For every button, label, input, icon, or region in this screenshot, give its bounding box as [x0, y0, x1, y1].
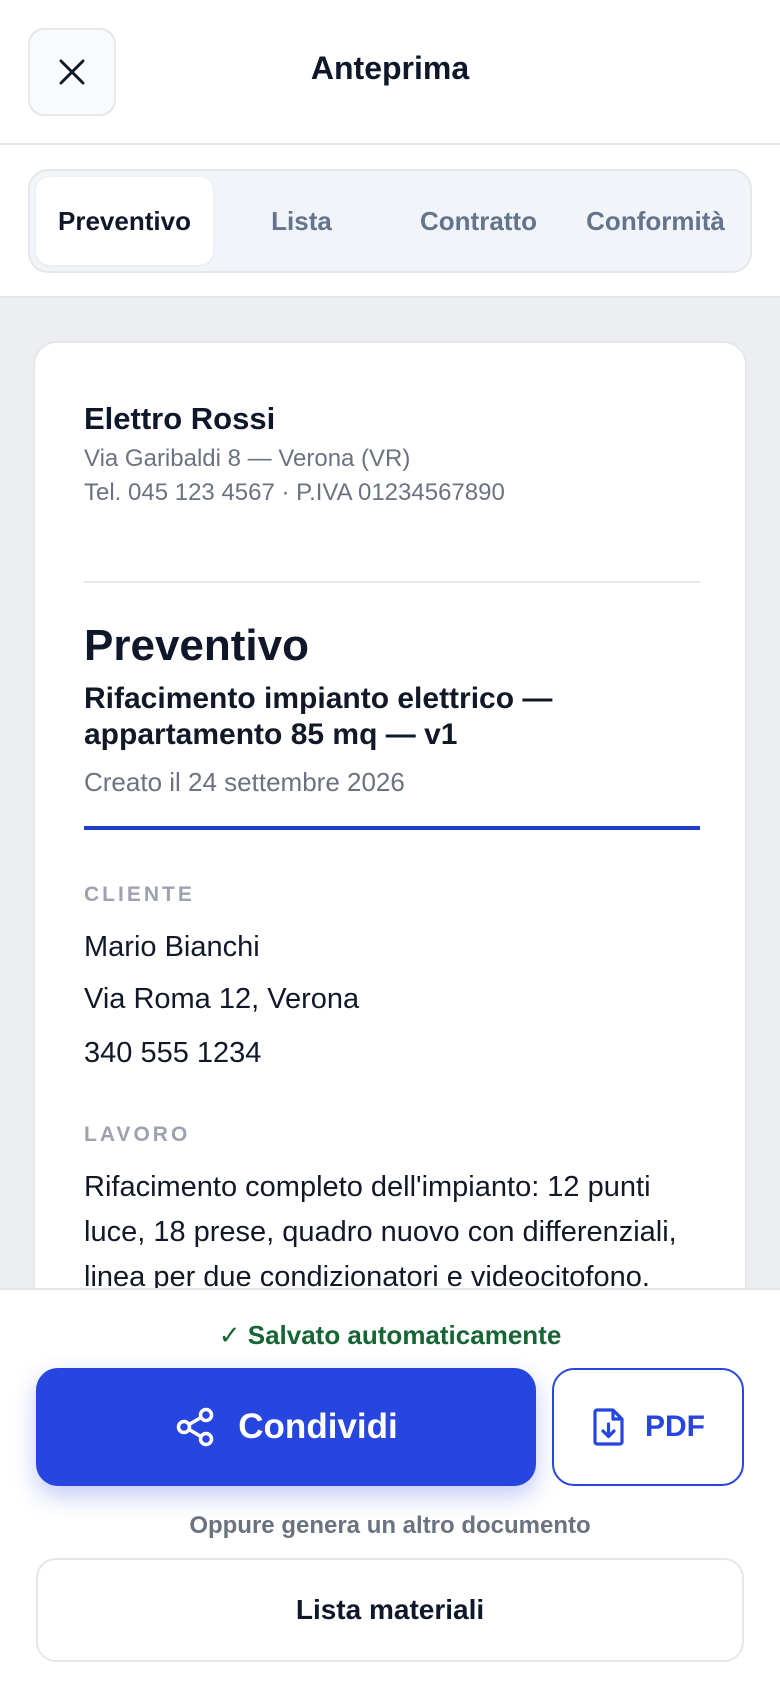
tab-conformita[interactable]: Conformità	[567, 177, 744, 265]
document-subtitle: Rifacimento impianto elettrico — apparta…	[84, 682, 553, 751]
work-description: Rifacimento completo dell'impianto: 12 p…	[84, 1171, 677, 1288]
share-icon	[177, 1407, 214, 1447]
document-card: Elettro Rossi Via Garibaldi 8 — Verona (…	[33, 341, 747, 1288]
company-contact: Tel. 045 123 4567 · P.IVA 01234567890	[84, 479, 505, 506]
client-address: Via Roma 12, Verona	[84, 983, 360, 1015]
share-button-label: Condividi	[238, 1407, 398, 1446]
tab-preventivo[interactable]: Preventivo	[36, 177, 213, 265]
bottom-action-bar: ✓ Salvato automaticamente Condividi PDF …	[0, 1288, 780, 1688]
divider	[84, 581, 700, 583]
file-download-icon	[593, 1408, 624, 1446]
client-phone: 340 555 1234	[84, 1037, 262, 1069]
pdf-button-label: PDF	[645, 1410, 705, 1443]
accent-divider	[84, 826, 700, 830]
autosave-status: ✓ Salvato automaticamente	[218, 1320, 562, 1350]
company-name: Elettro Rossi	[84, 401, 276, 436]
document-type-tabs-container: Preventivo Lista Contratto Conformità	[0, 145, 780, 298]
client-section-label: CLIENTE	[84, 883, 195, 906]
materials-list-button[interactable]: Lista materiali	[36, 1558, 744, 1662]
work-section-label: LAVORO	[84, 1123, 191, 1146]
tab-contratto[interactable]: Contratto	[390, 177, 567, 265]
document-created-date: Creato il 24 settembre 2026	[84, 767, 405, 797]
pdf-button[interactable]: PDF	[552, 1368, 744, 1486]
document-title: Preventivo	[84, 621, 309, 670]
share-button[interactable]: Condividi	[36, 1368, 536, 1486]
document-type-tabs: Preventivo Lista Contratto Conformità	[28, 169, 752, 273]
tab-lista[interactable]: Lista	[213, 177, 390, 265]
company-address: Via Garibaldi 8 — Verona (VR)	[84, 445, 411, 472]
page-title: Anteprima	[310, 50, 470, 86]
preview-area[interactable]: Elettro Rossi Via Garibaldi 8 — Verona (…	[0, 298, 780, 1288]
alternative-document-hint: Oppure genera un altro documento	[189, 1512, 591, 1539]
client-name: Mario Bianchi	[84, 931, 260, 963]
top-bar: Anteprima	[0, 0, 780, 145]
